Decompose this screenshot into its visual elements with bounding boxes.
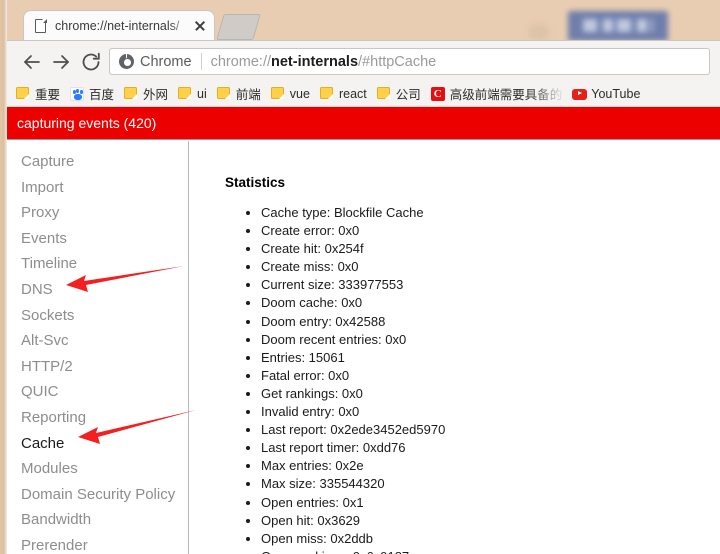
baidu-icon [70, 86, 85, 101]
statistics-item: Last report timer: 0xdd76 [261, 439, 720, 457]
omnibox-scheme-label: Chrome [140, 53, 192, 70]
sidebar-item-modules[interactable]: Modules [7, 456, 188, 482]
folder-icon [216, 86, 231, 101]
sidebar-item-events[interactable]: Events [7, 226, 188, 252]
browser-window: chrome://net-internals/ Chrome chrome://… [0, 0, 720, 554]
folder-icon [16, 86, 30, 101]
csdn-icon: C [430, 86, 445, 101]
sidebar-item-timeline[interactable]: Timeline [7, 251, 188, 277]
sidebar-item-reporting[interactable]: Reporting [7, 405, 188, 431]
statistics-list: Cache type: Blockfile CacheCreate error:… [225, 204, 720, 554]
bookmark-item[interactable]: 前端 [216, 83, 261, 105]
page-icon [34, 18, 48, 34]
folder-icon [270, 86, 285, 101]
page-viewport: capturing events (420) Capture Import Prox… [7, 107, 720, 554]
sidebar-nav: Capture Import Proxy Events Timeline DNS Socke… [7, 141, 189, 554]
omnibox-separator [200, 53, 202, 70]
back-icon[interactable] [20, 50, 44, 74]
sidebar-item-alt-svc[interactable]: Alt-Svc [7, 328, 188, 354]
bookmark-item[interactable]: ui [178, 83, 207, 105]
sidebar-item-proxy[interactable]: Proxy [7, 200, 188, 226]
new-tab-button[interactable] [216, 14, 261, 40]
bookmark-item[interactable]: react [319, 83, 367, 105]
bookmark-item[interactable]: 重要 [16, 83, 60, 105]
statistics-item: Invalid entry: 0x0 [261, 403, 720, 421]
sidebar-item-cache[interactable]: Cache [7, 431, 188, 457]
status-banner: capturing events (420) [7, 107, 720, 140]
close-icon[interactable] [192, 18, 208, 34]
bookmark-label: 前端 [235, 88, 261, 102]
sidebar-item-import[interactable]: Import [7, 175, 188, 201]
statistics-item: Get rankings: 0x0 [261, 385, 720, 403]
statistics-item: Cache type: Blockfile Cache [261, 204, 720, 222]
statistics-item: Open hit: 0x3629 [261, 512, 720, 530]
youtube-icon [572, 87, 588, 101]
statistics-item: Doom entry: 0x42588 [261, 313, 720, 331]
bookmark-label: vue [289, 86, 310, 101]
bookmark-label: 公司 [395, 88, 421, 102]
statistics-item: Current size: 333977553 [261, 276, 720, 294]
bookmark-label: ui [197, 86, 207, 101]
statistics-item: Max entries: 0x2e [261, 457, 720, 475]
statistics-item: Entries: 15061 [261, 349, 720, 367]
tab-title: chrome://net-internals/ [55, 19, 180, 33]
sidebar-item-sockets[interactable]: Sockets [7, 303, 188, 329]
main-content: Statistics Cache type: Blockfile CacheCr… [190, 141, 720, 554]
statistics-item: Doom recent entries: 0x0 [261, 331, 720, 349]
statistics-item: Open rankings: 0x6c9187 [261, 548, 720, 554]
sidebar-item-http-2[interactable]: HTTP/2 [7, 354, 188, 380]
bookmark-item[interactable]: C 高级前端需要具备的 [430, 83, 563, 105]
sidebar-item-prerender[interactable]: Prerender [7, 533, 188, 554]
reload-icon[interactable] [79, 50, 103, 74]
sidebar-item-domain-security-policy[interactable]: Domain Security Policy [7, 482, 188, 508]
forward-icon[interactable] [49, 50, 73, 74]
sidebar-item-quic[interactable]: QUIC [7, 379, 188, 405]
window-left-edge [0, 0, 7, 554]
statistics-item: Open miss: 0x2ddb [261, 530, 720, 548]
bookmark-item[interactable]: vue [270, 83, 310, 105]
url-prefix: chrome:// [210, 53, 272, 70]
bookmark-label: react [338, 86, 367, 101]
sidebar-item-capture[interactable]: Capture [7, 149, 188, 175]
folder-icon [319, 86, 334, 101]
folder-icon [376, 86, 391, 101]
status-banner-text: capturing events (420) [17, 115, 157, 131]
bookmark-label: 外网 [143, 88, 169, 102]
bookmark-item[interactable]: 外网 [124, 83, 168, 105]
statistics-item: Open entries: 0x1 [261, 494, 720, 512]
url-domain: net-internals [271, 53, 359, 70]
page-title: Statistics [225, 175, 286, 190]
chrome-logo-icon [119, 54, 134, 69]
url-suffix: /#httpCache [358, 53, 437, 70]
omnibox-url: chrome://net-internals/#httpCache [211, 54, 437, 70]
bookmark-item[interactable]: 百度 [70, 83, 114, 105]
statistics-item: Last report: 0x2ede3452ed5970 [261, 421, 720, 439]
bookmark-item[interactable]: YouTube [572, 83, 640, 105]
sidebar-item-bandwidth[interactable]: Bandwidth [7, 507, 188, 533]
bookmark-label: 高级前端需要具备的 [449, 88, 563, 102]
bookmark-label: YouTube [591, 86, 641, 101]
statistics-item: Fatal error: 0x0 [261, 367, 720, 385]
bookmarks-bar: 重要 百度 外网 ui 前端 vue react 公司 C 高级前端需要具备的 YouTube [7, 81, 720, 107]
statistics-item: Create error: 0x0 [261, 222, 720, 240]
bookmark-label: 重要 [35, 88, 61, 102]
browser-toolbar: Chrome chrome://net-internals/#httpCache [7, 40, 720, 81]
statistics-item: Max size: 335544320 [261, 475, 720, 493]
folder-icon [178, 86, 192, 101]
address-bar[interactable]: Chrome chrome://net-internals/#httpCache [109, 48, 710, 75]
bookmark-label: 百度 [89, 88, 115, 102]
statistics-item: Doom cache: 0x0 [261, 294, 720, 312]
statistics-item: Create hit: 0x254f [261, 240, 720, 258]
sidebar-item-dns[interactable]: DNS [7, 277, 188, 303]
browser-tab[interactable]: chrome://net-internals/ [23, 10, 215, 41]
tab-strip: chrome://net-internals/ [7, 0, 720, 41]
folder-icon [124, 86, 138, 101]
bookmark-item[interactable]: 公司 [376, 83, 421, 105]
statistics-item: Create miss: 0x0 [261, 258, 720, 276]
